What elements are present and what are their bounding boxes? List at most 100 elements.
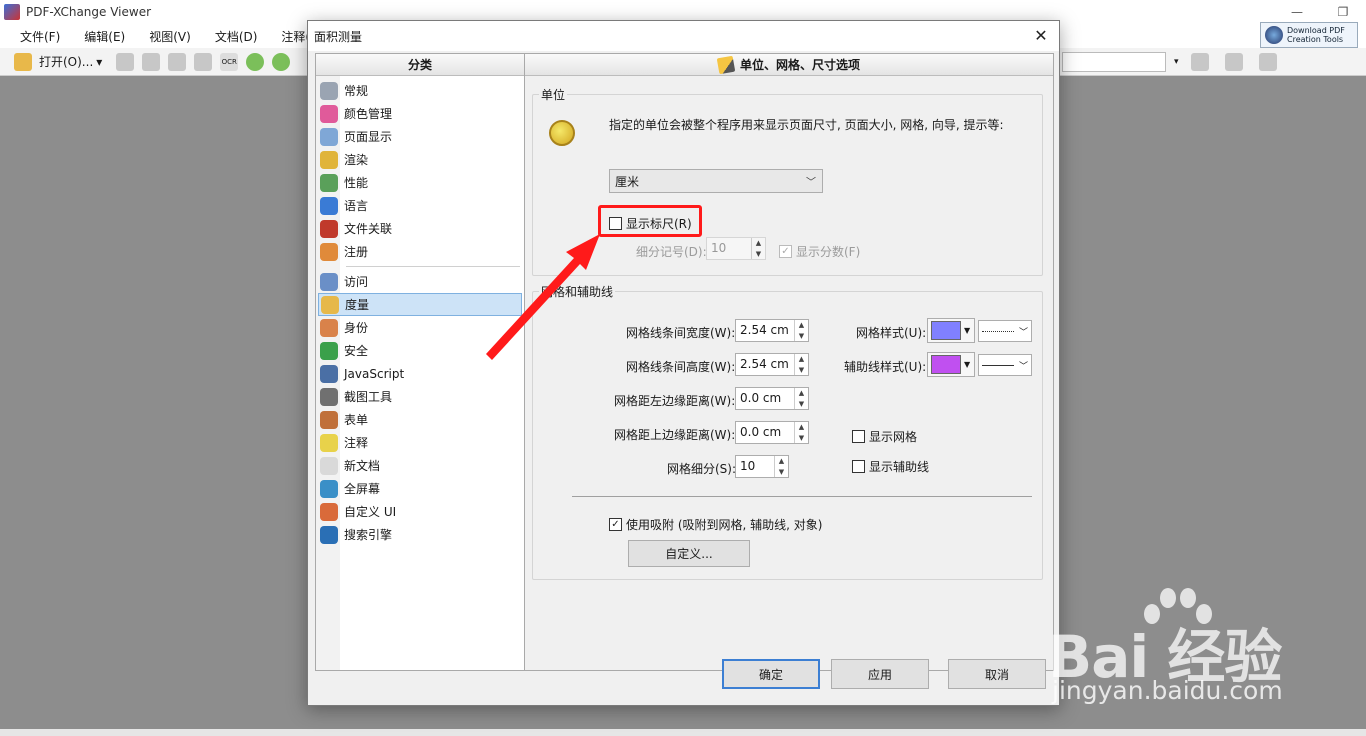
customize-ui-icon (320, 502, 338, 521)
category-item[interactable]: 性能 (316, 171, 524, 194)
spin-down-icon[interactable]: ▼ (795, 399, 808, 410)
spin-down-icon[interactable]: ▼ (752, 249, 765, 260)
app-title: PDF-XChange Viewer (26, 5, 152, 19)
options-header: 单位、网格、尺寸选项 (525, 54, 1053, 76)
grid-color-picker[interactable]: ▼ (927, 318, 975, 343)
color-palette-icon (320, 104, 338, 123)
category-item[interactable]: 渲染 (316, 148, 524, 171)
grid-left-offset-spinner[interactable]: 0.0 cm ▲ ▼ (735, 387, 809, 410)
category-label: 页面显示 (344, 130, 393, 144)
category-item[interactable]: 截图工具 (316, 385, 524, 408)
category-item[interactable]: 常规 (316, 79, 524, 102)
gear-icon (320, 81, 338, 100)
ruler-icon (321, 295, 339, 314)
menu-file[interactable]: 文件(F) (8, 28, 72, 45)
guide-color-picker[interactable]: ▼ (927, 352, 975, 377)
grid-height-label: 网格线条间高度(W): (626, 360, 736, 374)
restore-button[interactable]: ❐ (1320, 0, 1366, 24)
comment-icon (320, 433, 338, 452)
category-item[interactable]: 新文档 (316, 454, 524, 477)
spin-up-icon[interactable]: ▲ (795, 354, 808, 365)
forward-icon[interactable] (272, 52, 291, 71)
category-item[interactable]: 自定义 UI (316, 500, 524, 523)
spin-up-icon[interactable]: ▲ (795, 388, 808, 399)
save-icon[interactable] (116, 52, 135, 71)
grid-color-swatch (931, 321, 961, 340)
category-item[interactable]: 搜索引擎 (316, 523, 524, 546)
show-fractions-label: 显示分数(F) (796, 245, 861, 259)
back-icon[interactable] (246, 52, 265, 71)
grid-top-offset-spinner[interactable]: 0.0 cm ▲ ▼ (735, 421, 809, 444)
ok-button[interactable]: 确定 (722, 659, 820, 689)
category-item[interactable]: 表单 (316, 408, 524, 431)
tool-icon[interactable] (1224, 53, 1243, 71)
show-guides-checkbox[interactable]: 显示辅助线 (852, 458, 929, 475)
units-description: 指定的单位会被整个程序用来显示页面尺寸, 页面大小, 网格, 向导, 提示等: (609, 118, 1004, 132)
globe-icon (1265, 26, 1283, 44)
spin-up-icon[interactable]: ▲ (795, 320, 808, 331)
email-icon[interactable] (194, 52, 213, 71)
camera-icon (320, 387, 338, 406)
chevron-down-icon[interactable]: ▾ (1174, 57, 1179, 67)
grid-line-style-select[interactable]: ﹀ (978, 320, 1032, 342)
customize-button[interactable]: 自定义... (628, 540, 750, 567)
download-creation-tools-button[interactable]: Download PDF Creation Tools (1260, 22, 1358, 48)
grid-height-value: 2.54 cm (740, 357, 789, 371)
category-item[interactable]: 全屏幕 (316, 477, 524, 500)
apply-button[interactable]: 应用 (831, 659, 929, 689)
chevron-down-icon: ﹀ (806, 177, 816, 189)
toolbar-combo[interactable] (1062, 52, 1166, 72)
category-label: 截图工具 (344, 390, 393, 404)
menu-edit[interactable]: 编辑(E) (72, 28, 137, 45)
scan-icon[interactable] (168, 52, 187, 71)
unit-select[interactable]: 厘米 ﹀ (609, 169, 823, 193)
identity-icon (320, 318, 338, 337)
spin-down-icon[interactable]: ▼ (795, 365, 808, 376)
spin-down-icon[interactable]: ▼ (775, 467, 788, 478)
show-grid-checkbox[interactable]: 显示网格 (852, 428, 917, 445)
category-label: 访问 (344, 275, 369, 289)
minimize-button[interactable]: — (1274, 0, 1320, 24)
spin-down-icon[interactable]: ▼ (795, 433, 808, 444)
grid-height-spinner[interactable]: 2.54 cm ▲ ▼ (735, 353, 809, 376)
menu-document[interactable]: 文档(D) (203, 28, 270, 45)
subdivisions-spinner[interactable]: 10 ▲ ▼ (706, 237, 766, 260)
grid-subdivision-value: 10 (740, 459, 756, 473)
grid-subdivision-spinner[interactable]: 10 ▲ ▼ (735, 455, 789, 478)
ocr-icon[interactable]: OCR (220, 52, 239, 71)
print-icon[interactable] (142, 52, 161, 71)
unit-select-value: 厘米 (615, 174, 640, 189)
new-document-icon (320, 456, 338, 475)
category-label: 性能 (344, 176, 369, 190)
area-measurement-dialog: 面积测量 ✕ 分类 常规 颜色管理 页面显示 渲染 性能 语言 文件关联 注册 访问 度量 身份 安全… (307, 20, 1060, 706)
search-engine-icon (320, 525, 338, 544)
close-icon[interactable]: ✕ (1031, 26, 1051, 46)
grid-left-offset-label: 网格距左边缘距离(W): (614, 394, 736, 408)
snap-checkbox[interactable]: ✓ 使用吸附 (吸附到网格, 辅助线, 对象) (609, 516, 822, 533)
category-item[interactable]: 颜色管理 (316, 102, 524, 125)
open-button[interactable]: 打开(O)... ▾ (10, 52, 102, 71)
cancel-button[interactable]: 取消 (948, 659, 1046, 689)
tool-icon[interactable] (1190, 53, 1209, 71)
menu-view[interactable]: 视图(V) (137, 28, 203, 45)
tool-icon[interactable] (1258, 53, 1277, 71)
app-logo-icon (4, 4, 20, 20)
grid-width-spinner[interactable]: 2.54 cm ▲ ▼ (735, 319, 809, 342)
spin-up-icon[interactable]: ▲ (752, 238, 765, 249)
units-group-label: 单位 (539, 86, 568, 103)
category-item[interactable]: 语言 (316, 194, 524, 217)
category-label: 自定义 UI (344, 505, 397, 519)
category-item[interactable]: JavaScript (316, 362, 524, 385)
guide-line-style-select[interactable]: ﹀ (978, 354, 1032, 376)
show-fractions-checkbox[interactable]: ✓ 显示分数(F) (779, 243, 860, 260)
toolbar-right: ▾ (1062, 52, 1281, 72)
category-item[interactable]: 注释 (316, 431, 524, 454)
spin-up-icon[interactable]: ▲ (795, 422, 808, 433)
spin-down-icon[interactable]: ▼ (795, 331, 808, 342)
chevron-down-icon: ﹀ (1018, 361, 1028, 372)
snap-box: ✓ (609, 518, 622, 531)
spin-up-icon[interactable]: ▲ (775, 456, 788, 467)
guide-color-swatch (931, 355, 961, 374)
category-item[interactable]: 页面显示 (316, 125, 524, 148)
divider (572, 496, 1032, 497)
